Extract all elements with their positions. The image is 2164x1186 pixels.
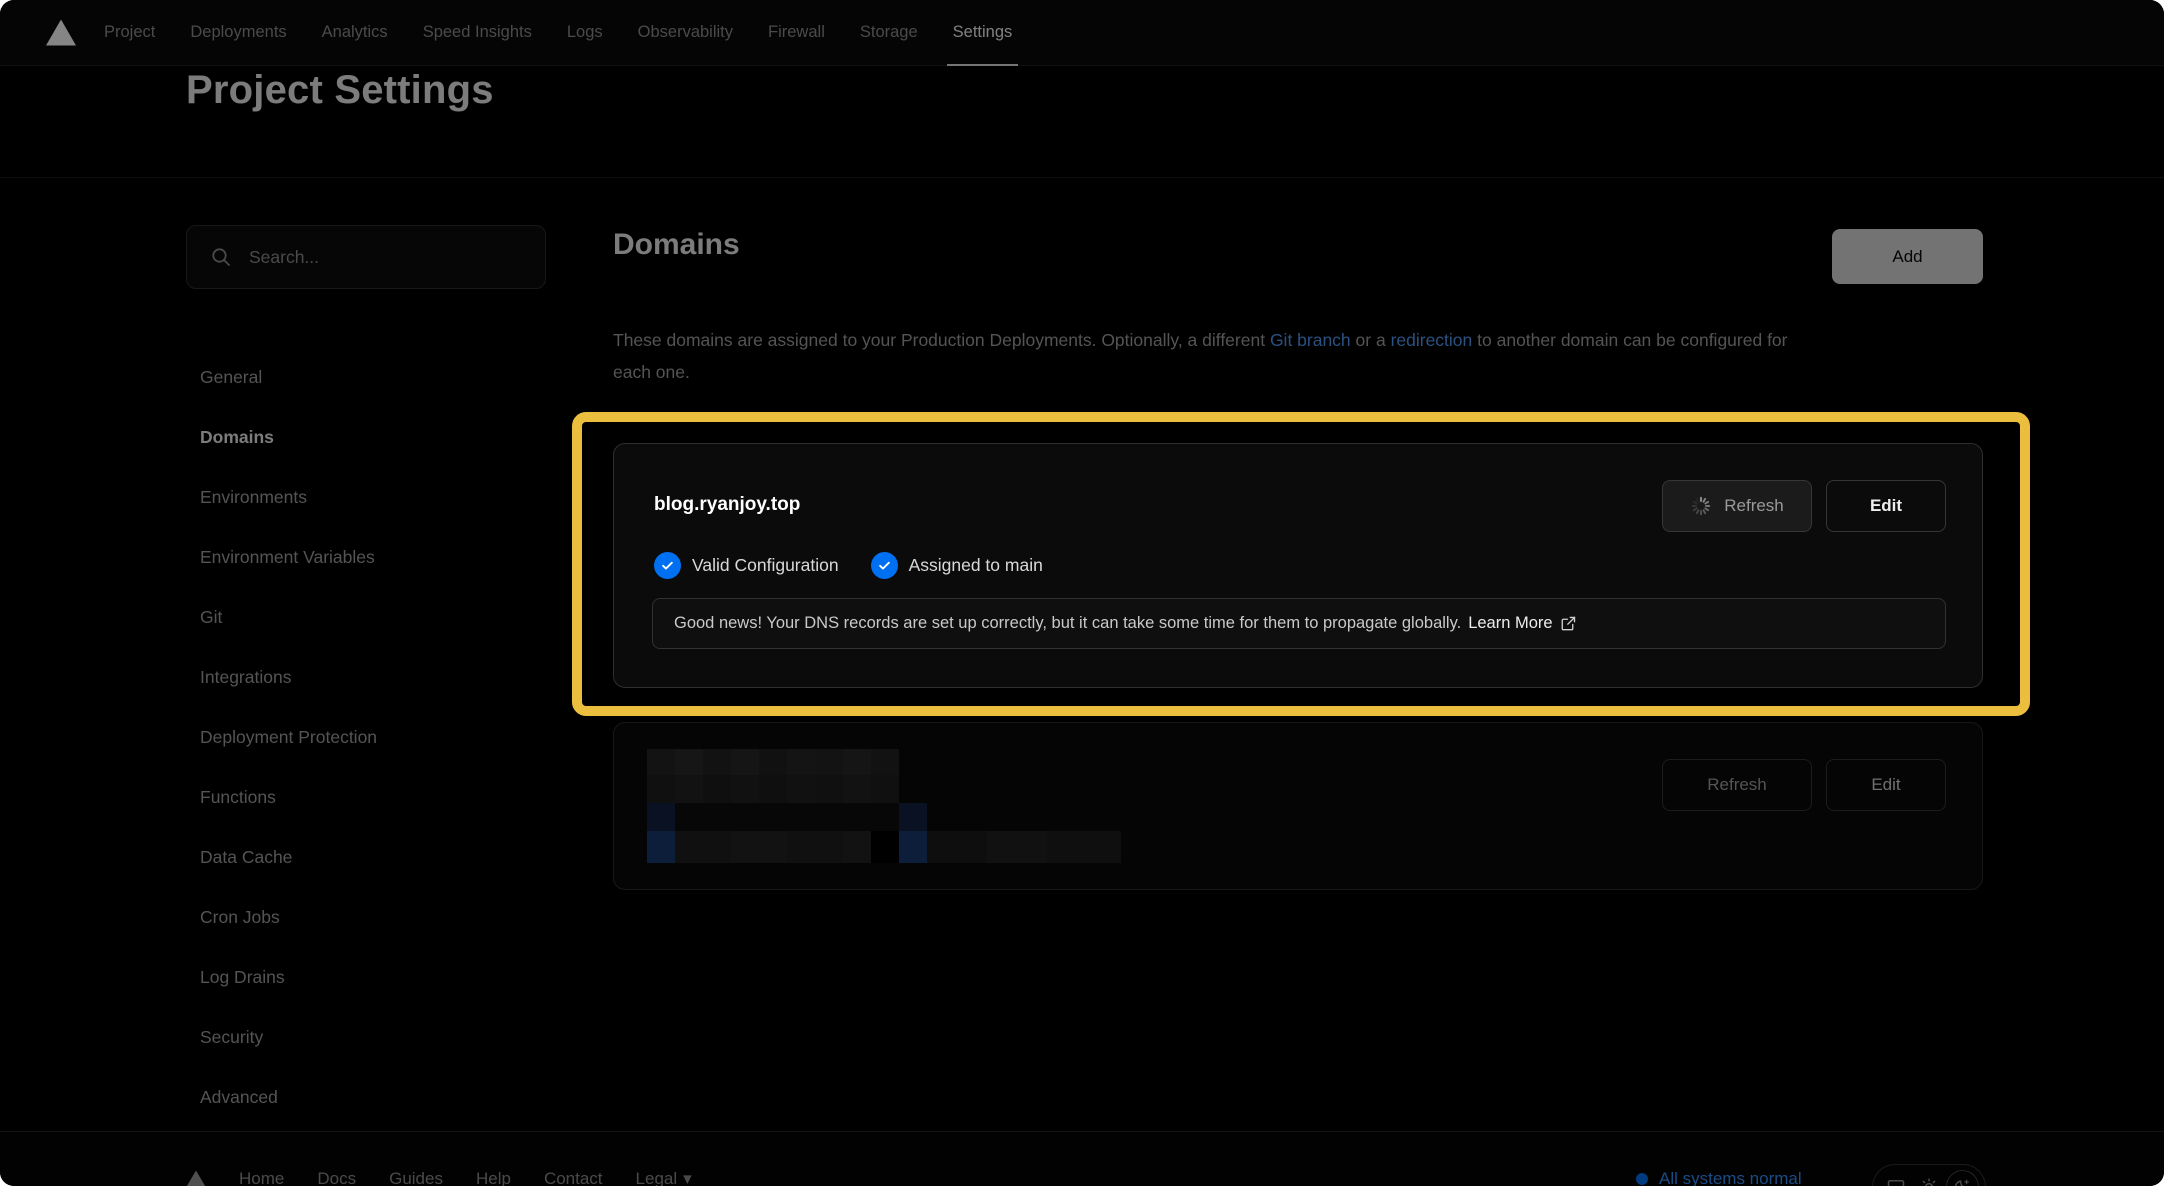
tab-firewall[interactable]: Firewall bbox=[768, 0, 825, 66]
external-link-icon bbox=[1560, 615, 1577, 632]
page-header: Project Settings bbox=[0, 66, 2164, 178]
redacted-domain-content bbox=[647, 749, 1121, 863]
sidebar-item-functions[interactable]: Functions bbox=[200, 783, 377, 811]
edit-button[interactable]: Edit bbox=[1826, 480, 1946, 532]
sidebar-item-general[interactable]: General bbox=[200, 363, 377, 391]
theme-light-button[interactable] bbox=[1912, 1170, 1945, 1186]
app-window: Project Deployments Analytics Speed Insi… bbox=[0, 0, 2164, 1186]
top-navigation: Project Deployments Analytics Speed Insi… bbox=[0, 0, 2164, 66]
add-domain-button[interactable]: Add bbox=[1832, 229, 1983, 284]
edit-button[interactable]: Edit bbox=[1826, 759, 1946, 811]
sidebar-item-security[interactable]: Security bbox=[200, 1023, 377, 1051]
footer-link-docs[interactable]: Docs bbox=[317, 1169, 356, 1186]
search-input[interactable]: Search... bbox=[186, 225, 546, 289]
moon-icon bbox=[1952, 1177, 1972, 1186]
git-branch-link[interactable]: Git branch bbox=[1270, 330, 1351, 350]
legal-label: Legal bbox=[636, 1169, 678, 1186]
assigned-to-main-status: Assigned to main bbox=[871, 552, 1043, 579]
vercel-logo-icon[interactable] bbox=[46, 20, 76, 46]
sidebar-item-environments[interactable]: Environments bbox=[200, 483, 377, 511]
status-label: Valid Configuration bbox=[692, 555, 839, 576]
learn-more-link[interactable]: Learn More bbox=[1468, 614, 1576, 633]
page-footer: Home Docs Guides Help Contact Legal ▾ All… bbox=[0, 1131, 2164, 1186]
sidebar-item-log-drains[interactable]: Log Drains bbox=[200, 963, 377, 991]
monitor-icon bbox=[1886, 1177, 1906, 1186]
status-text: All systems normal bbox=[1659, 1169, 1802, 1186]
redacted-card-actions: Refresh Edit bbox=[1662, 759, 1946, 811]
sidebar-item-cron-jobs[interactable]: Cron Jobs bbox=[200, 903, 377, 931]
section-title-domains: Domains bbox=[613, 228, 740, 262]
sidebar-item-deployment-protection[interactable]: Deployment Protection bbox=[200, 723, 377, 751]
dns-note-text: Good news! Your DNS records are set up c… bbox=[674, 614, 1461, 633]
domain-status-row: Valid Configuration Assigned to main bbox=[654, 552, 1043, 579]
valid-configuration-status: Valid Configuration bbox=[654, 552, 839, 579]
redacted-domain-card: Refresh Edit bbox=[613, 722, 1983, 890]
settings-sidebar: General Domains Environments Environment… bbox=[200, 363, 377, 1143]
refresh-button-label: Refresh bbox=[1724, 496, 1784, 516]
tab-settings[interactable]: Settings bbox=[953, 0, 1013, 66]
refresh-button[interactable]: Refresh bbox=[1662, 759, 1812, 811]
domain-card-actions: Refresh Edit bbox=[1662, 480, 1946, 532]
footer-link-guides[interactable]: Guides bbox=[389, 1169, 443, 1186]
footer-links: Home Docs Guides Help Contact Legal ▾ bbox=[186, 1169, 692, 1186]
status-dot-icon bbox=[1636, 1173, 1648, 1185]
check-icon bbox=[654, 552, 681, 579]
sun-icon bbox=[1919, 1177, 1939, 1186]
tab-speed-insights[interactable]: Speed Insights bbox=[423, 0, 532, 66]
page-title: Project Settings bbox=[186, 68, 494, 113]
learn-more-label: Learn More bbox=[1468, 614, 1552, 633]
sidebar-item-integrations[interactable]: Integrations bbox=[200, 663, 377, 691]
refresh-button[interactable]: Refresh bbox=[1662, 480, 1812, 532]
footer-link-home[interactable]: Home bbox=[239, 1169, 284, 1186]
domains-description: These domains are assigned to your Produ… bbox=[613, 324, 1788, 388]
domain-name: blog.ryanjoy.top bbox=[654, 494, 800, 516]
nav-tabs: Project Deployments Analytics Speed Insi… bbox=[104, 0, 1012, 66]
search-icon bbox=[209, 245, 233, 269]
description-text: or a bbox=[1351, 330, 1391, 350]
search-placeholder: Search... bbox=[249, 247, 319, 268]
chevron-down-icon: ▾ bbox=[683, 1169, 692, 1186]
sidebar-item-advanced[interactable]: Advanced bbox=[200, 1083, 377, 1111]
description-text: These domains are assigned to your Produ… bbox=[613, 330, 1270, 350]
sidebar-item-data-cache[interactable]: Data Cache bbox=[200, 843, 377, 871]
theme-switcher bbox=[1872, 1164, 1986, 1186]
spinner-icon bbox=[1690, 495, 1712, 517]
redirection-link[interactable]: redirection bbox=[1391, 330, 1473, 350]
tab-storage[interactable]: Storage bbox=[860, 0, 918, 66]
footer-link-contact[interactable]: Contact bbox=[544, 1169, 603, 1186]
tab-analytics[interactable]: Analytics bbox=[322, 0, 388, 66]
tab-observability[interactable]: Observability bbox=[638, 0, 733, 66]
sidebar-item-environment-variables[interactable]: Environment Variables bbox=[200, 543, 377, 571]
tab-project[interactable]: Project bbox=[104, 0, 155, 66]
vercel-logo-icon[interactable] bbox=[186, 1171, 206, 1186]
status-label: Assigned to main bbox=[909, 555, 1043, 576]
theme-system-button[interactable] bbox=[1879, 1170, 1912, 1186]
sidebar-item-domains[interactable]: Domains bbox=[200, 423, 377, 451]
footer-link-legal[interactable]: Legal ▾ bbox=[636, 1169, 692, 1186]
system-status[interactable]: All systems normal bbox=[1636, 1169, 1802, 1186]
footer-link-help[interactable]: Help bbox=[476, 1169, 511, 1186]
theme-dark-button[interactable] bbox=[1946, 1170, 1979, 1186]
tab-logs[interactable]: Logs bbox=[567, 0, 603, 66]
tab-deployments[interactable]: Deployments bbox=[190, 0, 286, 66]
dns-note-box: Good news! Your DNS records are set up c… bbox=[652, 598, 1946, 649]
sidebar-item-git[interactable]: Git bbox=[200, 603, 377, 631]
check-icon bbox=[871, 552, 898, 579]
domain-card: blog.ryanjoy.top bbox=[613, 443, 1983, 688]
